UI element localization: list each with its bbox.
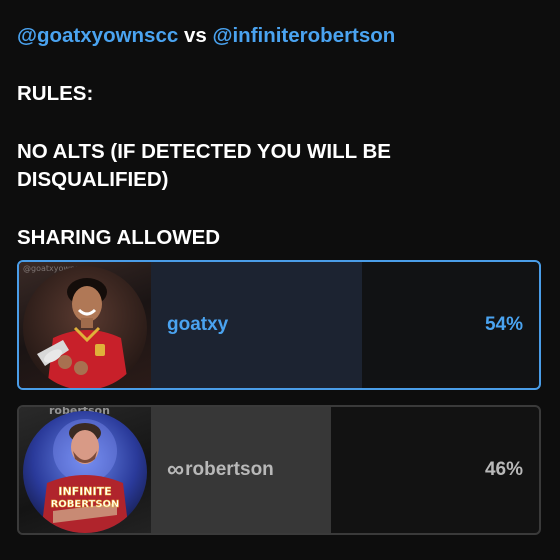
mention-1[interactable]: @goatxyownscc: [17, 24, 178, 47]
poll-post: @goatxyownscc vs @infiniterobertson RULE…: [0, 0, 560, 560]
option-label: ∞ robertson: [167, 458, 274, 482]
svg-text:ROBERTSON: ROBERTSON: [51, 499, 120, 510]
mention-2[interactable]: @infiniterobertson: [212, 24, 395, 47]
player-photo-red-kit-icon: [23, 266, 147, 388]
player-edit-photo-icon: INFINITE ROBERTSON: [23, 411, 147, 533]
option-thumbnail: @goatxyownscc: [19, 262, 151, 388]
option-label-text: goatxy: [167, 314, 229, 335]
poll-option-robertson[interactable]: robertson: [17, 405, 541, 535]
option-thumbnail: robertson: [19, 407, 151, 533]
option-label-text: robertson: [185, 459, 274, 480]
rule-sharing: SHARING ALLOWED: [17, 226, 221, 249]
rule-no-alts: NO ALTS (IF DETECTED YOU WILL BE DISQUAL…: [17, 140, 391, 191]
post-body: @goatxyownscc vs @infiniterobertson RULE…: [17, 22, 547, 252]
option-percent: 54%: [484, 314, 523, 335]
matchup-line: @goatxyownscc vs @infiniterobertson: [17, 22, 547, 50]
vs-text: vs: [183, 24, 207, 47]
rules-heading: RULES:: [17, 82, 94, 105]
poll-option-goatxy[interactable]: @goatxyownscc goatxy 54%: [17, 260, 541, 390]
option-percent: 46%: [484, 459, 523, 480]
svg-text:INFINITE: INFINITE: [58, 485, 111, 498]
option-label: goatxy: [167, 314, 228, 336]
infinity-icon: ∞: [167, 456, 185, 483]
